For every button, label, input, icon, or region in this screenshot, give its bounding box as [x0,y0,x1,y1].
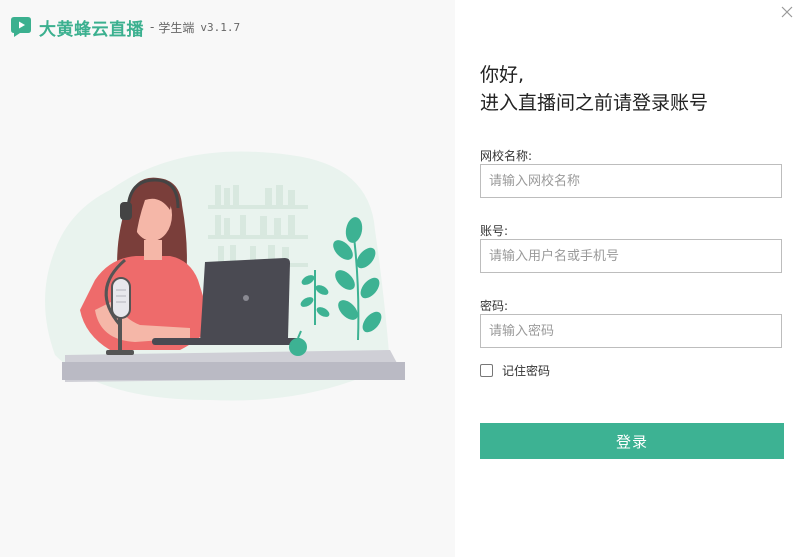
app-version: v3.1.7 [200,20,241,34]
remember-password-toggle[interactable]: 记住密码 [480,362,550,379]
greeting-heading: 你好, 进入直播间之前请登录账号 [480,61,708,117]
password-input[interactable] [480,314,782,348]
school-name-input[interactable] [480,164,782,198]
app-name: 大黄蜂云直播 [39,19,144,40]
left-panel: 大黄蜂云直播 - 学生端 v3.1.7 [0,0,455,557]
app-brand: 大黄蜂云直播 - 学生端 v3.1.7 [9,14,240,40]
greeting-line1: 你好, [480,64,525,86]
account-input[interactable] [480,239,782,273]
password-label: 密码: [480,299,509,313]
account-label: 账号: [480,224,509,238]
remember-checkbox[interactable] [480,364,493,377]
streamer-illustration [45,151,405,401]
remember-label: 记住密码 [502,364,551,378]
brand-separator: - [150,20,155,34]
brand-logo-icon [11,17,31,37]
school-label: 网校名称: [480,149,533,163]
login-button[interactable]: 登录 [480,423,784,459]
close-icon[interactable] [779,4,795,20]
greeting-line2: 进入直播间之前请登录账号 [480,92,709,114]
app-subtitle: 学生端 [158,20,195,35]
